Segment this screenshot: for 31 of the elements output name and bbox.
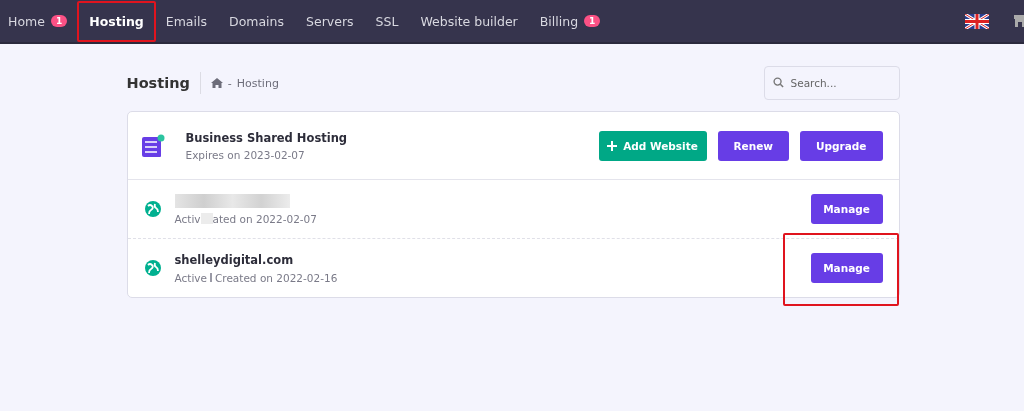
breadcrumb-separator: -	[227, 76, 232, 90]
domain-name: shelleydigital.com	[174, 252, 295, 267]
site-status: Activ	[174, 212, 201, 225]
breadcrumb-item[interactable]: Hosting	[236, 76, 279, 90]
nav-tab[interactable]: Hosting	[89, 13, 144, 29]
plus-icon	[607, 140, 618, 151]
action-button[interactable]: Upgrade	[800, 130, 883, 161]
creation-date: ated on 2022-02-07	[212, 212, 317, 225]
manage-button[interactable]: Manage	[810, 194, 883, 224]
expiry-date: Expires on 2023-02-07	[185, 148, 306, 161]
nav-tab[interactable]: Home	[8, 13, 45, 29]
nav-tab[interactable]: Domains	[229, 13, 285, 29]
count-badge: 1	[584, 15, 601, 27]
count-badge: 1	[50, 15, 68, 27]
server-list-icon	[139, 132, 166, 159]
home-icon[interactable]	[210, 78, 223, 88]
uk-flag-icon[interactable]	[965, 13, 989, 29]
action-button[interactable]: Renew	[717, 130, 790, 161]
page-title: Hosting	[126, 75, 190, 91]
nav-tab[interactable]: Servers	[306, 13, 354, 29]
nav-tab[interactable]: Website builder	[420, 13, 518, 29]
nav-tab[interactable]: Emails	[165, 13, 207, 29]
search-icon	[772, 77, 784, 88]
search-field[interactable]: Search...	[763, 66, 900, 100]
plan-name: Business Shared Hosting	[185, 130, 349, 145]
creation-date: Created on 2022-02-16	[215, 271, 338, 284]
nav-tab[interactable]: Billing	[539, 13, 579, 29]
manage-button[interactable]: Manage	[810, 253, 883, 283]
store-icon[interactable]	[1014, 13, 1024, 29]
site-status: Active	[174, 271, 207, 284]
nav-tab[interactable]: SSL	[375, 13, 399, 29]
